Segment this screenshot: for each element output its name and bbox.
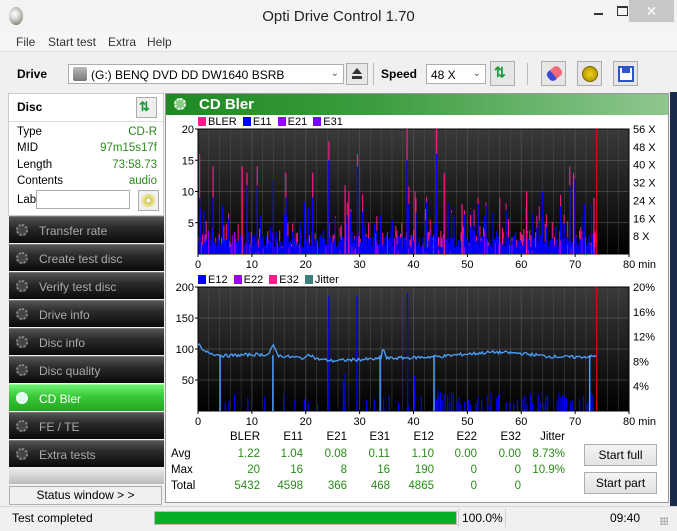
x-tick-label: 10 [246,416,258,428]
stats-cell: 1.22 [237,448,260,460]
y2-tick-label: 16 X [633,213,656,225]
x-tick-label: 10 [246,259,258,271]
stats-cell: 20 [247,464,260,476]
stats-cell: 16 [290,464,303,476]
stats-cell: 0 [514,480,521,492]
x-tick-label: 20 [300,416,312,428]
stats-column-header: E12 [413,431,434,443]
x-tick-label: 80 min [623,416,656,428]
stats-cell: 0 [514,464,521,476]
x-tick-label: 60 [515,416,527,428]
stats-column-header: Jitter [540,431,565,443]
stats-cell: 1.10 [411,448,434,460]
stats-column-header: E32 [500,431,521,443]
x-tick-label: 40 [407,416,419,428]
y-tick-label: 100 [176,344,194,356]
stats-cell: 8.73% [532,448,565,460]
x-tick-label: 50 [461,416,473,428]
y-tick-label: 50 [182,375,194,387]
x-tick-label: 30 [354,259,366,271]
stats-cell: 4865 [408,480,434,492]
x-tick-label: 70 [569,259,581,271]
elapsed-time: 09:40 [610,511,641,525]
status-text: Test completed [12,511,93,525]
status-bar: Test completed 100.0% 09:40 [0,506,677,531]
stats-row-label: Max [171,464,193,476]
y2-tick-label: 16% [633,307,655,319]
stats-cell: 0 [470,464,477,476]
y-tick-label: 150 [176,313,194,325]
y-tick-label: 10 [182,187,194,199]
x-tick-label: 70 [569,416,581,428]
y2-tick-label: 12% [633,332,655,344]
stats-cell: 4598 [277,480,303,492]
y2-tick-label: 20% [633,282,655,294]
y2-tick-label: 32 X [633,178,656,190]
stats-cell: 10.9% [532,464,565,476]
progress-text: 100.0% [462,511,503,525]
y2-tick-label: 40 X [633,160,656,172]
stats-column-header: E31 [369,431,390,443]
x-tick-label: 40 [407,259,419,271]
progress-fill [155,512,456,524]
x-tick-label: 30 [354,416,366,428]
stats-cell: 468 [370,480,390,492]
status-divider [505,509,506,527]
start-part-button[interactable]: Start part [584,472,657,494]
y-tick-label: 200 [176,282,194,294]
stats-column-header: E22 [456,431,477,443]
y2-tick-label: 8% [633,356,649,368]
progress-bar [154,511,457,525]
y-tick-label: 15 [182,155,194,167]
stats-column-header: E21 [326,431,347,443]
x-tick-label: 0 [195,259,201,271]
stats-cell: 5432 [234,480,260,492]
x-tick-label: 80 min [623,259,656,271]
x-tick-label: 20 [300,259,312,271]
y-tick-label: 20 [182,124,194,136]
stats-cell: 0.00 [498,448,521,460]
stats-row-label: Avg [171,448,191,460]
stats-cell: 190 [414,464,434,476]
stats-column-header: BLER [229,431,260,443]
resize-grip[interactable] [660,517,668,525]
stats-cell: 366 [327,480,347,492]
x-tick-label: 60 [515,259,527,271]
y2-tick-label: 48 X [633,142,656,154]
stats-cell: 0.11 [368,448,390,460]
start-full-button[interactable]: Start full [584,444,657,466]
y2-tick-label: 24 X [633,195,656,207]
stats-cell: 1.04 [280,448,303,460]
stats-cell: 8 [340,464,347,476]
stats-cell: 0.08 [324,448,347,460]
stats-cell: 16 [377,464,390,476]
x-tick-label: 50 [461,259,473,271]
stats-cell: 0.00 [454,448,477,460]
y-tick-label: 5 [188,218,194,230]
stats-cell: 0 [470,480,477,492]
stats-column-header: E11 [283,431,303,443]
x-tick-label: 0 [195,416,201,428]
y2-tick-label: 56 X [633,124,656,136]
y2-tick-label: 8 X [633,231,650,243]
status-divider [458,509,459,527]
stats-row-label: Total [171,480,196,492]
y2-tick-label: 4% [633,381,649,393]
